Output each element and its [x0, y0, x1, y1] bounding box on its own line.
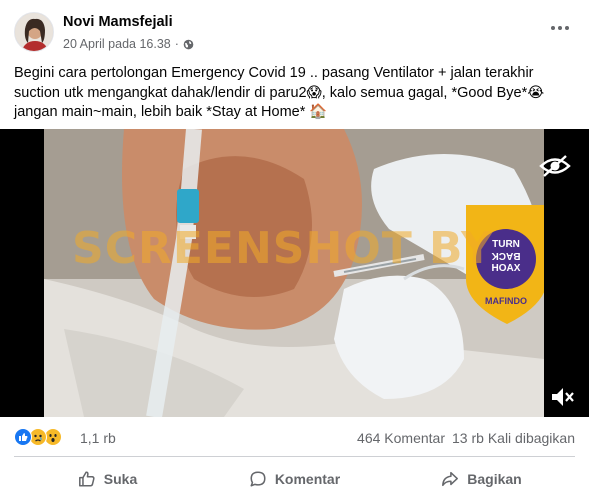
svg-text:TURN: TURN: [492, 239, 520, 250]
more-dot-icon: [551, 26, 555, 30]
video-frame[interactable]: TURN BACK HOAX MAFINDO SCREENSHOT BY: [44, 129, 544, 417]
author-avatar[interactable]: [14, 12, 54, 52]
post-meta: 20 April pada 16.38 ·: [63, 37, 194, 51]
globe-icon: [183, 39, 194, 49]
share-arrow-icon: [442, 471, 459, 487]
share-label: Bagikan: [467, 471, 522, 487]
thumbs-up-icon: [78, 471, 95, 487]
mute-icon[interactable]: [549, 385, 575, 409]
reaction-count[interactable]: 1,1 rb: [80, 430, 116, 446]
post-actions: Suka Komentar Bagikan: [14, 461, 575, 497]
post-video[interactable]: TURN BACK HOAX MAFINDO SCREENSHOT BY: [0, 129, 589, 417]
post-date[interactable]: 20 April pada 16.38: [63, 37, 171, 51]
svg-text:BACK: BACK: [491, 250, 521, 261]
more-dot-icon: [565, 26, 569, 30]
comment-label: Komentar: [274, 471, 341, 487]
meta-separator: ·: [174, 37, 179, 51]
reaction-icons[interactable]: [14, 428, 62, 446]
svg-text:MAFINDO: MAFINDO: [485, 296, 527, 306]
stats-divider: [14, 456, 575, 457]
post-stats: 1,1 rb 464 Komentar 13 rb Kali dibagikan: [14, 428, 575, 450]
svg-text:HOAX: HOAX: [492, 263, 521, 274]
post-header: Novi Mamsfejali 20 April pada 16.38 ·: [0, 0, 589, 58]
comment-button[interactable]: Komentar: [201, 461, 388, 497]
author-name[interactable]: Novi Mamsfejali: [63, 14, 173, 30]
like-label: Suka: [103, 471, 138, 487]
post-text-line: suction utk mengangkat dahak/lendir di p…: [14, 84, 545, 101]
like-button[interactable]: Suka: [14, 461, 201, 497]
like-icon: [14, 428, 32, 446]
post-text-line: jangan main~main, lebih baik *Stay at Ho…: [14, 104, 328, 120]
comment-icon: [250, 471, 266, 487]
comment-count[interactable]: 464 Komentar: [357, 430, 445, 446]
screenshot-watermark: SCREENSHOT BY: [72, 223, 495, 274]
more-dot-icon: [558, 26, 562, 30]
more-options-button[interactable]: [549, 20, 571, 36]
hide-eye-icon[interactable]: [539, 153, 571, 179]
post-text: Begini cara pertolongan Emergency Covid …: [14, 64, 579, 123]
share-count[interactable]: 13 rb Kali dibagikan: [452, 430, 575, 446]
post-text-line: Begini cara pertolongan Emergency Covid …: [14, 65, 534, 81]
share-button[interactable]: Bagikan: [388, 461, 575, 497]
